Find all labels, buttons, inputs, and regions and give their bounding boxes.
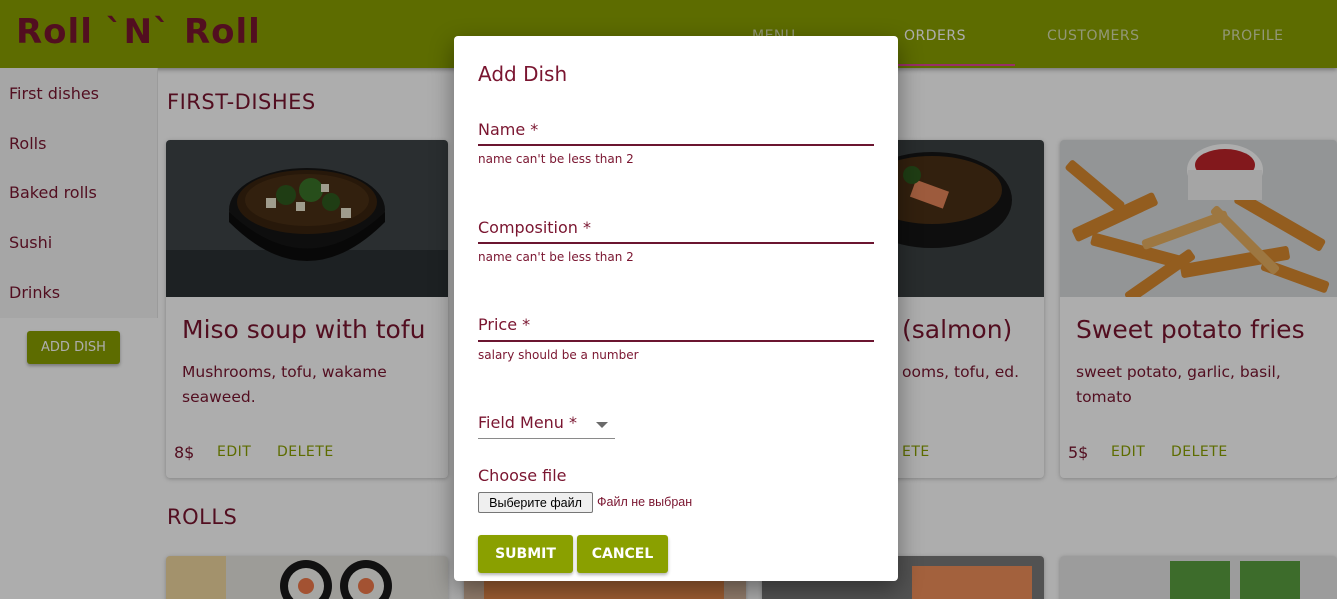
add-dish-dialog: Add Dish Name * name can't be less than … xyxy=(454,36,898,581)
file-status: Файл не выбран xyxy=(597,495,693,509)
file-input-button[interactable]: Выберите файл xyxy=(478,492,593,513)
cancel-button[interactable]: CANCEL xyxy=(577,535,668,573)
price-input[interactable] xyxy=(478,340,874,342)
submit-button[interactable]: SUBMIT xyxy=(478,535,573,573)
price-error: salary should be a number xyxy=(478,348,639,362)
composition-error: name can't be less than 2 xyxy=(478,250,634,264)
select-underline xyxy=(478,438,615,439)
chevron-down-icon[interactable] xyxy=(596,422,608,428)
composition-field-label[interactable]: Composition * xyxy=(478,218,591,237)
name-error: name can't be less than 2 xyxy=(478,152,634,166)
name-input[interactable] xyxy=(478,144,874,146)
field-menu-select[interactable]: Field Menu * xyxy=(478,413,577,432)
price-field-label[interactable]: Price * xyxy=(478,315,530,334)
name-field-label[interactable]: Name * xyxy=(478,120,538,139)
composition-input[interactable] xyxy=(478,242,874,244)
choose-file-label: Choose file xyxy=(478,466,567,485)
dialog-title: Add Dish xyxy=(478,62,568,86)
